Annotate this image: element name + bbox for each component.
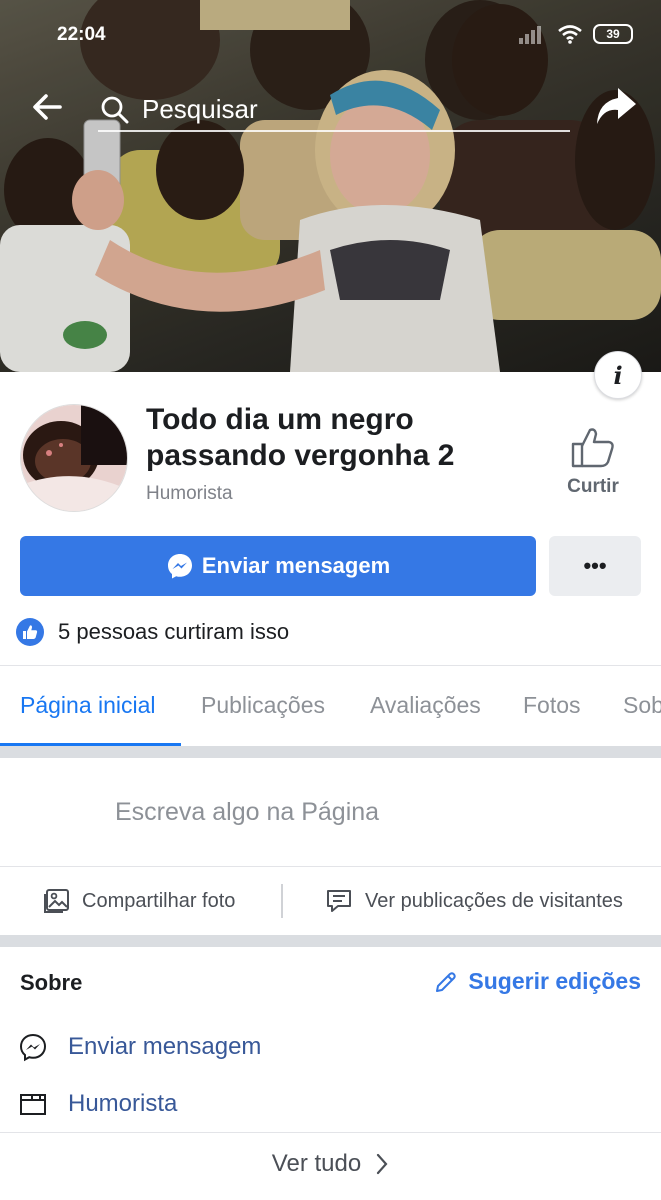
info-button[interactable]: i [594,351,642,399]
tab-home[interactable]: Página inicial [20,692,156,719]
suggest-edits-button[interactable]: Sugerir edições [434,968,641,995]
avatar-image [21,405,127,511]
back-arrow-icon[interactable] [28,88,66,126]
tab-about[interactable]: Sob [623,692,661,719]
suggest-edits-label: Sugerir edições [468,968,641,994]
status-bar: 22:04 39 [0,0,661,70]
about-message-label: Enviar mensagem [68,1033,262,1060]
composer-divider [0,866,661,867]
like-page-button[interactable]: Curtir [556,426,630,506]
more-options-button[interactable]: ••• [549,536,641,596]
see-all-label: Ver tudo [271,1150,362,1177]
send-message-button[interactable]: Enviar mensagem [20,536,536,596]
about-item-message[interactable]: Enviar mensagem [18,1030,261,1064]
likes-summary[interactable]: 5 pessoas curtiram isso [16,616,289,648]
photo-icon [44,889,69,913]
about-title: Sobre [20,970,83,995]
likes-count-text: 5 pessoas curtiram isso [58,619,290,644]
visitor-posts-button[interactable]: Ver publicações de visitantes [325,884,623,918]
tab-posts[interactable]: Publicações [201,692,325,719]
share-photo-label: Compartilhar foto [82,889,236,912]
section-divider [0,935,661,947]
composer-input[interactable]: Escreva algo na Página [115,798,379,827]
thumbs-up-small-icon [23,625,38,639]
share-photo-button[interactable]: Compartilhar foto [42,884,235,918]
signal-icon [519,26,541,44]
category-icon [20,1094,46,1115]
messenger-outline-icon [19,1033,47,1062]
more-options-icon: ••• [583,553,607,578]
avatar[interactable] [20,404,128,512]
share-icon[interactable] [594,86,638,126]
pencil-icon [436,971,457,992]
like-page-label: Curtir [567,476,619,497]
visitor-posts-label: Ver publicações de visitantes [365,889,623,912]
about-divider [0,1132,661,1133]
tab-photos[interactable]: Fotos [523,692,581,719]
page-tabs: Página inicial Publicações Avaliações Fo… [0,666,661,746]
top-nav: Pesquisar [0,80,661,136]
search-placeholder: Pesquisar [142,94,258,124]
wifi-icon [558,25,582,44]
section-divider [0,746,661,758]
action-separator [281,884,283,918]
see-all-button[interactable]: Ver tudo [0,1150,661,1178]
battery-icon: 39 [593,24,633,44]
like-badge-icon [16,618,44,646]
page-category: Humorista [146,483,233,504]
search-icon [101,96,129,124]
send-message-label: Enviar mensagem [201,553,391,578]
about-item-category[interactable]: Humorista [18,1087,177,1121]
messenger-icon [167,554,192,579]
cover-photo[interactable]: 22:04 39 Pesquisar [0,0,661,372]
page-title: Todo dia um negro passando vergonha 2 [146,403,455,472]
status-time: 22:04 [57,24,106,45]
search-input[interactable]: Pesquisar [98,84,570,132]
info-icon: i [613,360,623,390]
status-icons: 39 [519,24,633,44]
visitor-posts-icon [327,890,351,912]
tab-reviews[interactable]: Avaliações [370,692,481,719]
chevron-right-icon [377,1153,388,1175]
thumbs-up-icon [571,428,614,468]
battery-level: 39 [606,27,620,41]
about-category-label: Humorista [68,1090,178,1117]
